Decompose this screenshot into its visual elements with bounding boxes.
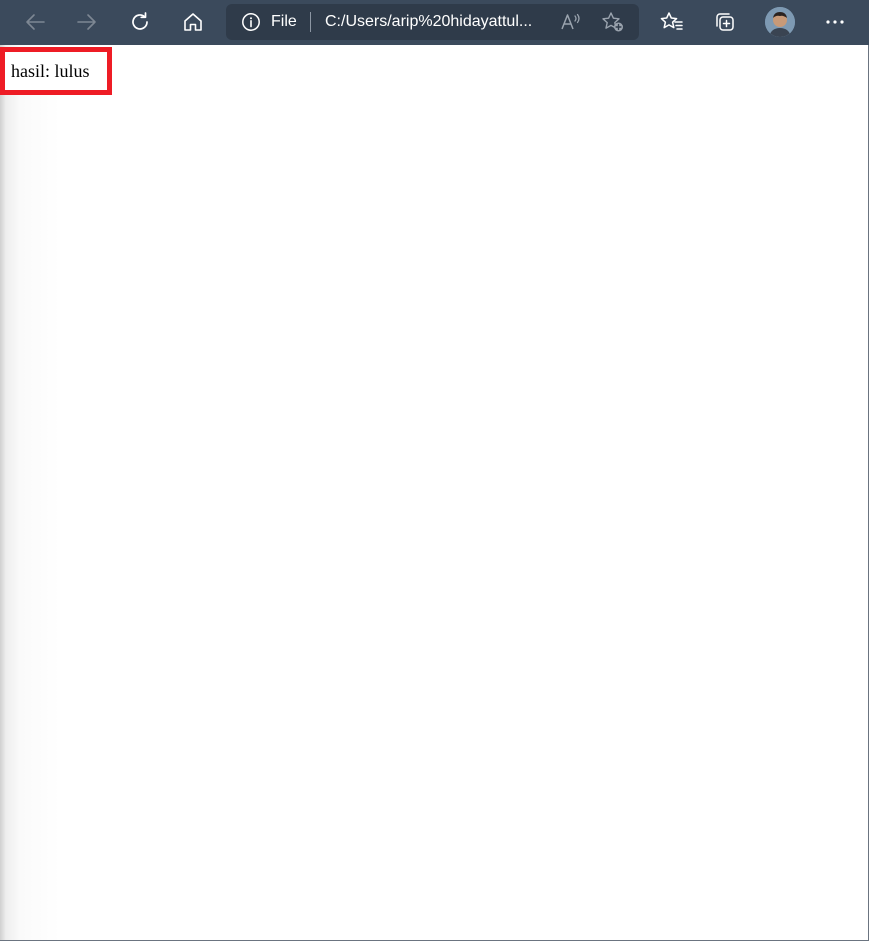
page-content: hasil: lulus bbox=[0, 45, 868, 940]
more-icon bbox=[826, 20, 844, 24]
address-scheme-label: File bbox=[271, 13, 297, 30]
site-info-button[interactable] bbox=[240, 12, 262, 32]
address-bar[interactable]: File C:/Users/arip%20hidayattul... bbox=[226, 4, 639, 40]
forward-button[interactable] bbox=[70, 6, 104, 38]
read-aloud-icon bbox=[561, 13, 580, 30]
favorites-icon bbox=[660, 12, 683, 30]
back-arrow-icon bbox=[26, 14, 45, 30]
add-favorite-button[interactable] bbox=[600, 10, 626, 34]
browser-toolbar: File C:/Users/arip%20hidayattul... bbox=[0, 0, 869, 45]
refresh-icon bbox=[132, 12, 148, 30]
forward-arrow-icon bbox=[77, 14, 96, 30]
address-separator bbox=[310, 12, 311, 32]
add-favorite-icon bbox=[602, 12, 623, 32]
read-aloud-button[interactable] bbox=[558, 10, 584, 34]
profile-avatar[interactable] bbox=[765, 7, 795, 37]
more-options-button[interactable] bbox=[818, 6, 852, 38]
collections-button[interactable] bbox=[708, 6, 742, 38]
browser-window: File C:/Users/arip%20hidayattul... hasil… bbox=[0, 0, 869, 941]
refresh-button[interactable] bbox=[123, 6, 157, 38]
collections-icon bbox=[716, 13, 734, 31]
address-url[interactable]: C:/Users/arip%20hidayattul... bbox=[325, 13, 557, 31]
info-icon bbox=[242, 13, 260, 31]
avatar-image bbox=[765, 7, 795, 37]
result-highlight-box: hasil: lulus bbox=[0, 47, 112, 95]
result-text: hasil: lulus bbox=[11, 61, 90, 81]
home-button[interactable] bbox=[176, 6, 210, 38]
back-button[interactable] bbox=[18, 6, 52, 38]
home-icon bbox=[184, 13, 202, 31]
favorites-button[interactable] bbox=[655, 6, 689, 38]
